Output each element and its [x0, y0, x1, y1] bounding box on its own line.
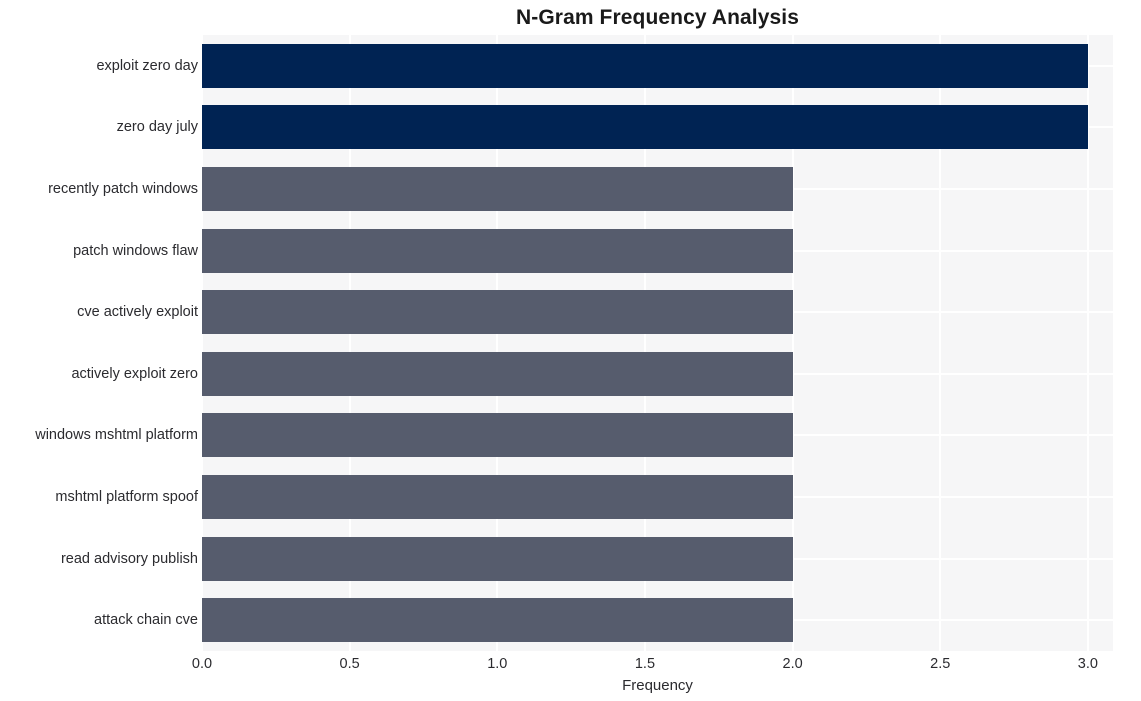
bar [202, 290, 793, 335]
x-axis-label: Frequency [622, 677, 693, 694]
x-tick-label: 2.0 [782, 656, 803, 672]
bar [202, 475, 793, 519]
bar [202, 351, 793, 396]
y-tick-label: actively exploit zero [71, 365, 198, 382]
x-tick-label: 1.5 [634, 656, 656, 672]
y-tick-label: zero day july [116, 119, 198, 136]
y-tick-label: mshtml platform spoof [55, 489, 198, 505]
x-tick-label: 1.0 [487, 656, 508, 672]
y-axis: exploit zero day zero day july recently pa… [0, 35, 198, 651]
x-tick-label: 2.5 [930, 656, 951, 672]
bar [202, 105, 1088, 150]
bar [202, 228, 793, 273]
x-axis: Frequency 0.0 0.5 1.0 1.5 2.0 2.5 3.0 [0, 651, 1141, 701]
y-tick-label: patch windows flaw [73, 242, 198, 259]
y-tick-label: windows mshtml platform [35, 427, 198, 444]
bar [202, 43, 1088, 88]
plot-area [202, 35, 1113, 651]
y-tick-label: recently patch windows [48, 181, 198, 197]
bar [202, 598, 793, 643]
y-tick-label: cve actively exploit [77, 304, 198, 321]
x-tick-label: 3.0 [1077, 656, 1098, 672]
x-tick-label: 0.5 [339, 656, 360, 672]
bar [202, 167, 793, 211]
chart-title: N-Gram Frequency Analysis [516, 6, 799, 29]
y-tick-label: read advisory publish [60, 550, 198, 567]
x-tick-label: 0.0 [191, 656, 213, 672]
y-tick-label: attack chain cve [94, 612, 198, 629]
y-tick-label: exploit zero day [96, 57, 198, 74]
bar [202, 413, 793, 458]
chart-figure: N-Gram Frequency Analysis exploit zero d… [0, 0, 1141, 701]
bar [202, 536, 793, 581]
